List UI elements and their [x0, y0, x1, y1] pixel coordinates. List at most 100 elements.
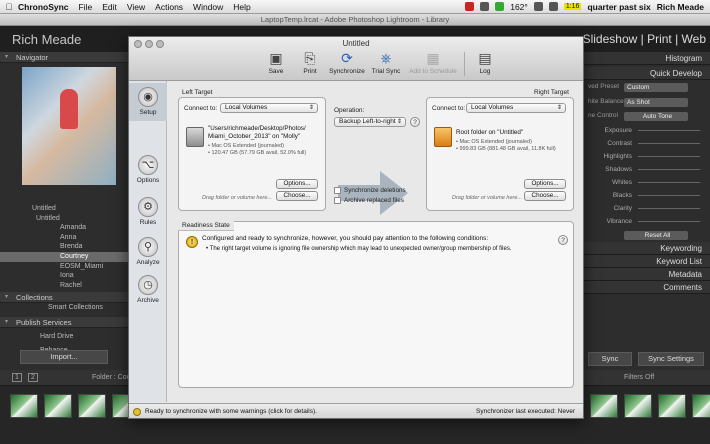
sidebar-item-analyze[interactable]: ⚲ Analyze [129, 237, 167, 266]
contrast-control[interactable]: Contrast [582, 137, 710, 150]
keyword-list-header[interactable]: Keyword List [582, 255, 710, 268]
histogram-header[interactable]: Histogram [582, 52, 710, 65]
synchronize-button[interactable]: ⟳ Synchronize [327, 50, 367, 76]
chronosync-window: Untitled ▣ Save ⎘ Print ⟳ Synchronize ⎈ … [128, 36, 584, 419]
status-message[interactable]: Ready to synchronize with some warnings … [145, 408, 317, 415]
right-options-button[interactable]: Options... [524, 179, 566, 189]
right-drop-hint[interactable]: Drag folder or volume here... [452, 195, 522, 201]
operation-select[interactable]: Backup Left-to-right [334, 117, 406, 127]
highlights-control[interactable]: Highlights [582, 150, 710, 163]
publish-services-header[interactable]: Publish Services [0, 316, 128, 328]
checkbox-box[interactable] [334, 197, 341, 204]
folder-row[interactable]: Untitled [0, 214, 128, 224]
sync-settings-button[interactable]: Sync Settings [638, 352, 704, 366]
filmstrip-thumbnail[interactable] [624, 394, 652, 418]
exposure-control[interactable]: Exposure [582, 124, 710, 137]
auto-tone-button[interactable]: Auto Tone [624, 112, 688, 121]
battery-indicator[interactable]: 1:16 [563, 3, 582, 10]
warning-status-icon[interactable] [133, 408, 141, 416]
status-app-icon[interactable] [480, 2, 490, 11]
menu-actions[interactable]: Actions [155, 2, 183, 12]
operation-help-icon[interactable]: ? [410, 117, 420, 127]
folder-row[interactable]: Anna [0, 233, 128, 243]
right-choose-button[interactable]: Choose... [524, 191, 566, 201]
hard-drive-service[interactable]: Hard Drive [0, 332, 128, 342]
smart-collections-row[interactable]: Smart Collections [0, 303, 128, 313]
menu-user[interactable]: Rich Meade [657, 2, 704, 12]
filmstrip-thumbnail[interactable] [590, 394, 618, 418]
status-app-icon[interactable] [495, 2, 505, 11]
checkbox-box[interactable] [334, 187, 341, 194]
shadows-control[interactable]: Shadows [582, 163, 710, 176]
menu-app-name[interactable]: ChronoSync [18, 2, 69, 12]
filmstrip-thumbnail[interactable] [692, 394, 710, 418]
setup-pane: Left Target Connect to: Local Volumes "U… [168, 81, 583, 402]
add-to-schedule-button[interactable]: ▦ Add to Schedule [405, 50, 461, 76]
collections-panel-header[interactable]: Collections [0, 292, 128, 304]
menu-window[interactable]: Window [193, 2, 223, 12]
menu-view[interactable]: View [127, 2, 145, 12]
blacks-control[interactable]: Blacks [582, 189, 710, 202]
sidebar-item-setup[interactable]: ◉ Setup [129, 83, 167, 121]
navigator-preview[interactable] [22, 67, 116, 185]
whites-control[interactable]: Whites [582, 176, 710, 189]
menu-file[interactable]: File [79, 2, 93, 12]
warning-icon: ! [186, 236, 198, 248]
secondary-window-2[interactable]: 2 [28, 373, 38, 382]
sidebar-item-options[interactable]: ⌥ Options [129, 155, 167, 184]
synchronize-deletions-checkbox[interactable]: Synchronize deletions [334, 187, 406, 194]
print-label: Print [303, 68, 317, 75]
secondary-window-1[interactable]: 1 [12, 373, 22, 382]
keywording-header[interactable]: Keywording [582, 242, 710, 255]
temperature-readout[interactable]: 162° [510, 2, 528, 12]
sidebar-item-rules[interactable]: ⚙ Rules [129, 197, 167, 226]
trial-sync-button[interactable]: ⎈ Trial Sync [367, 50, 405, 76]
filmstrip-thumbnail[interactable] [10, 394, 38, 418]
right-connect-to-select[interactable]: Local Volumes [466, 103, 566, 113]
filmstrip-thumbnail[interactable] [44, 394, 72, 418]
filmstrip-thumbnail[interactable] [658, 394, 686, 418]
vibrance-control[interactable]: Vibrance [582, 215, 710, 228]
filter-label[interactable]: Filters Off [624, 374, 654, 381]
readiness-help-icon[interactable]: ? [558, 235, 568, 245]
sync-button[interactable]: Sync [588, 352, 632, 366]
left-choose-button[interactable]: Choose... [276, 191, 318, 201]
folder-row[interactable]: Rachel [0, 281, 128, 291]
clarity-control[interactable]: Clarity [582, 202, 710, 215]
save-button[interactable]: ▣ Save [259, 50, 293, 76]
wifi-icon[interactable] [533, 2, 543, 11]
menu-clock[interactable]: quarter past six [587, 2, 650, 12]
folder-row[interactable]: Brenda [0, 242, 128, 252]
folder-row[interactable]: Amanda [0, 223, 128, 233]
menu-help[interactable]: Help [233, 2, 250, 12]
apple-icon[interactable]:  [0, 2, 18, 12]
metadata-header[interactable]: Metadata [582, 268, 710, 281]
comments-header[interactable]: Comments [582, 281, 710, 294]
quick-develop-header[interactable]: Quick Develop [582, 67, 710, 80]
white-balance-select[interactable]: As Shot [624, 97, 688, 107]
status-app-icon[interactable] [465, 2, 475, 11]
saved-preset-select[interactable]: Custom [624, 83, 688, 92]
menu-edit[interactable]: Edit [102, 2, 117, 12]
sidebar-item-archive[interactable]: ◷ Archive [129, 275, 167, 304]
navigator-panel-header[interactable]: Navigator [0, 52, 128, 63]
lightroom-title-bar: LaptopTemp.lrcat - Adobe Photoshop Light… [0, 14, 710, 26]
print-button[interactable]: ⎘ Print [293, 50, 327, 76]
folder-row[interactable]: EOSM_Miami [0, 262, 128, 272]
folder-source-label[interactable]: Folder : Cou [92, 374, 131, 381]
folder-row[interactable]: Courtney [0, 251, 128, 262]
status-bar[interactable]: Ready to synchronize with some warnings … [129, 403, 583, 418]
folder-row[interactable]: Iona [0, 271, 128, 281]
lightroom-module-picker[interactable]: Slideshow | Print | Web [583, 32, 706, 46]
log-button[interactable]: ▤ Log [468, 50, 502, 76]
left-drop-hint[interactable]: Drag folder or volume here... [202, 195, 272, 201]
reset-all-button[interactable]: Reset All [624, 230, 688, 240]
folder-row[interactable]: Untitled [0, 204, 128, 214]
volume-icon[interactable] [548, 2, 558, 11]
left-options-button[interactable]: Options... [276, 179, 318, 189]
options-icon: ⌥ [138, 155, 158, 175]
left-connect-to-select[interactable]: Local Volumes [220, 103, 318, 113]
import-button[interactable]: Import... [20, 350, 108, 364]
archive-replaced-checkbox[interactable]: Archive replaced files [334, 197, 404, 204]
filmstrip-thumbnail[interactable] [78, 394, 106, 418]
